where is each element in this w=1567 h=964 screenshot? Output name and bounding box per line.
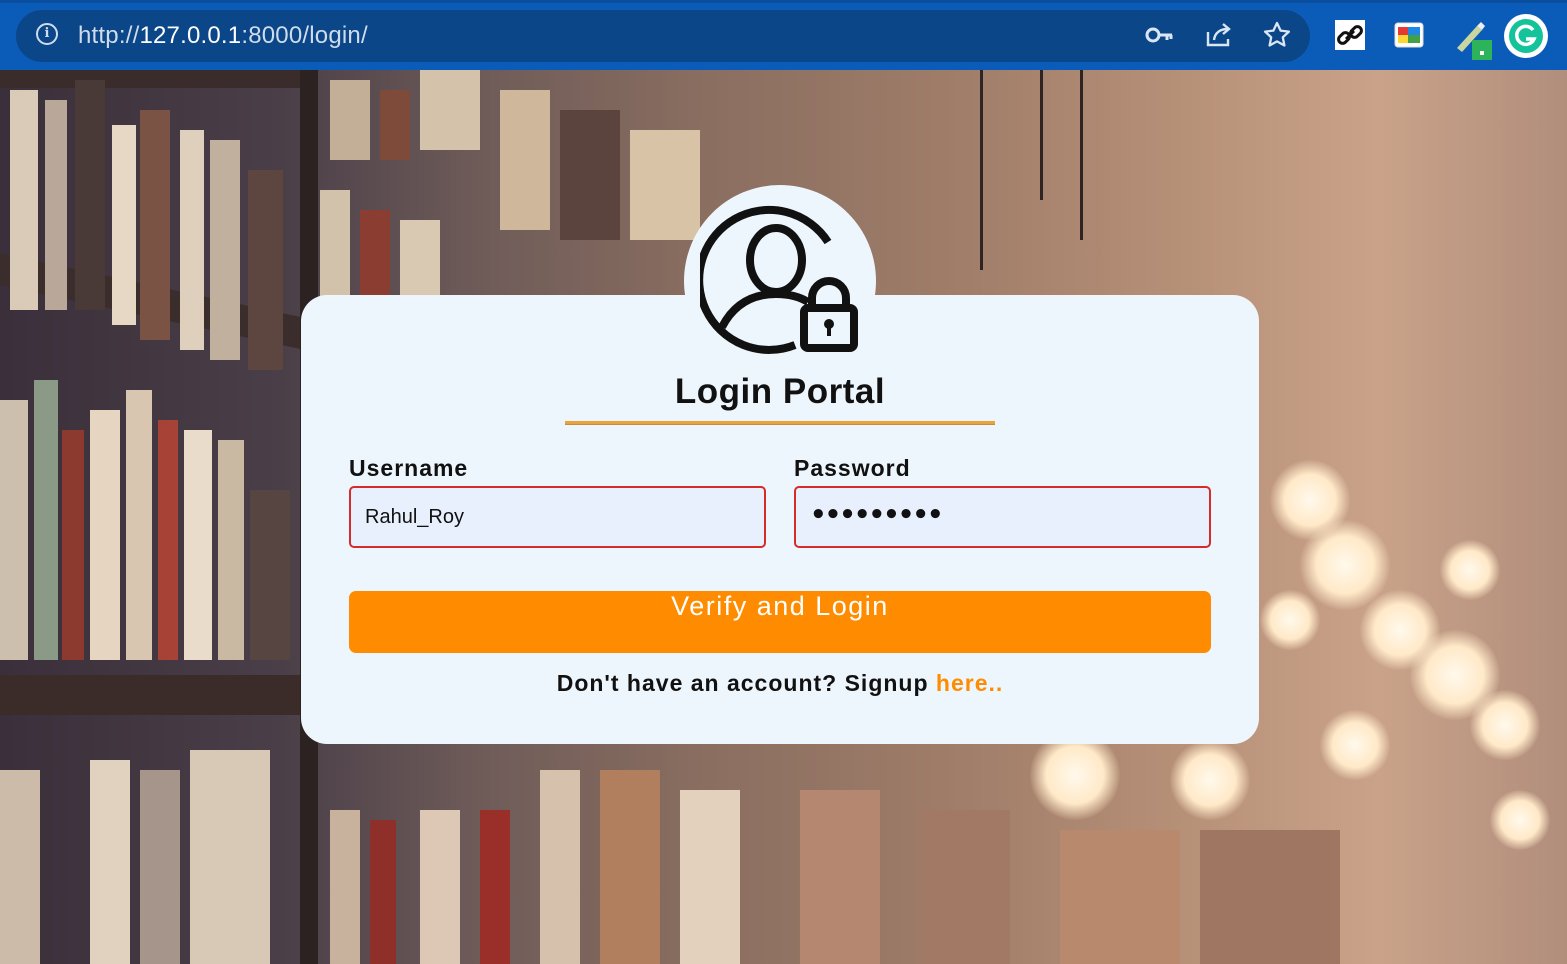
- link-extension-icon[interactable]: [1335, 20, 1365, 50]
- password-label: Password: [794, 455, 911, 481]
- url-host: 127.0.0.1: [139, 22, 242, 49]
- star-icon[interactable]: [1262, 20, 1292, 50]
- page-title: Login Portal: [674, 372, 886, 411]
- url-path: :8000/login/: [241, 22, 368, 49]
- password-input[interactable]: •••••••••: [794, 486, 1211, 548]
- signup-text: Don't have an account? Signup: [556, 670, 936, 696]
- signup-prompt: Don't have an account? Signup here..: [301, 670, 1259, 697]
- grammarly-icon[interactable]: [1503, 13, 1549, 59]
- pen-extension-icon[interactable]: [1453, 18, 1495, 62]
- url-scheme: http://: [78, 22, 140, 49]
- tab-strip: [0, 0, 1567, 3]
- signup-link[interactable]: here..: [936, 670, 1003, 696]
- browser-toolbar: http://127.0.0.1:8000/login/: [0, 0, 1567, 70]
- verify-login-button[interactable]: Verify and Login: [349, 591, 1211, 653]
- url-text[interactable]: http://127.0.0.1:8000/login/: [78, 22, 368, 50]
- info-icon[interactable]: [36, 23, 58, 45]
- user-lock-icon: [695, 202, 860, 357]
- share-icon[interactable]: [1204, 20, 1234, 50]
- color-extension-icon[interactable]: [1394, 22, 1424, 48]
- title-underline: [565, 421, 995, 425]
- username-input[interactable]: Rahul_Roy: [349, 486, 766, 548]
- address-bar[interactable]: http://127.0.0.1:8000/login/: [16, 10, 1310, 62]
- username-label: Username: [349, 455, 469, 481]
- key-icon[interactable]: [1145, 22, 1175, 48]
